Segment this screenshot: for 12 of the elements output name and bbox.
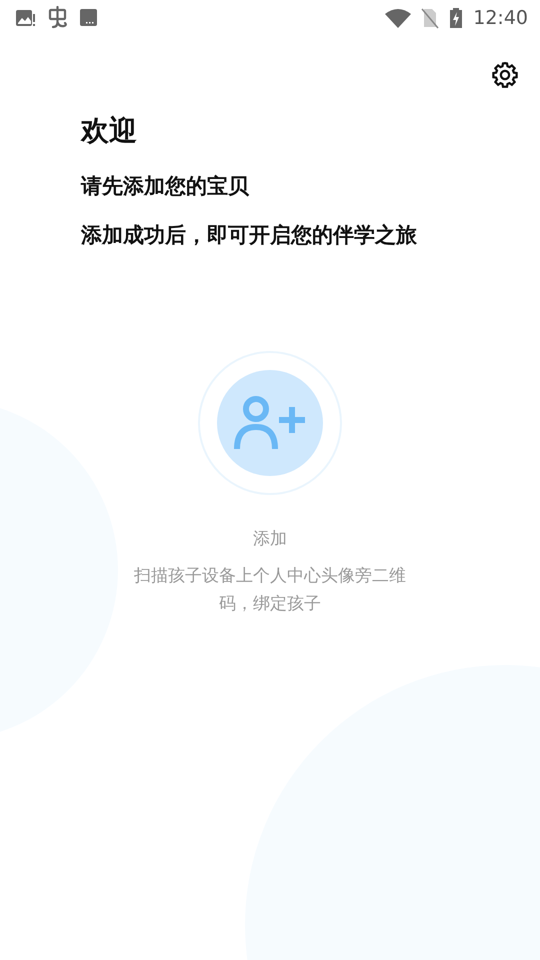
- welcome-title: 欢迎: [81, 113, 138, 149]
- welcome-text: 请先添加您的宝贝: [81, 173, 250, 200]
- no-sim-icon: [421, 7, 440, 29]
- add-label: 添加: [253, 528, 287, 550]
- battery-charging-icon: [449, 7, 464, 29]
- add-description: 扫描孩子设备上个人中心头像旁二维码，绑定孩子: [133, 565, 407, 616]
- wifi-icon: [385, 8, 412, 28]
- image-alert-icon: [16, 8, 36, 28]
- settings-button[interactable]: [490, 60, 520, 90]
- welcome-text: 添加成功后，即可开启您的伴学之旅: [81, 222, 418, 249]
- bug-glyph-icon: [46, 6, 70, 30]
- status-time: 12:40: [473, 7, 528, 29]
